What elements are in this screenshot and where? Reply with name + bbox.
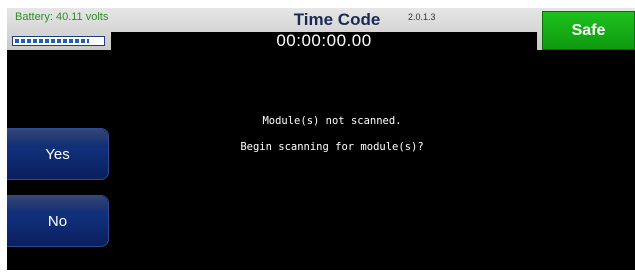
- yes-button-label: Yes: [45, 145, 70, 163]
- status-message: Module(s) not scanned.: [262, 115, 402, 127]
- app-screen: Battery: 40.11 volts Time Code 2.0.1.3 0…: [7, 8, 635, 270]
- yes-button[interactable]: Yes: [7, 128, 109, 180]
- battery-level-fill: [15, 39, 89, 43]
- header-bar: Battery: 40.11 volts Time Code 2.0.1.3 0…: [7, 8, 635, 50]
- battery-voltage-label: Battery: 40.11 volts: [15, 11, 109, 23]
- version-label: 2.0.1.3: [408, 12, 436, 22]
- no-button-label: No: [47, 212, 68, 230]
- prompt-message: Begin scanning for module(s)?: [240, 141, 424, 153]
- safe-status-button[interactable]: Safe: [542, 11, 635, 50]
- page-title: Time Code: [293, 10, 381, 29]
- timecode-display: 00:00:00.00: [111, 32, 537, 50]
- no-button[interactable]: No: [7, 195, 109, 247]
- battery-level-bar: [12, 36, 105, 46]
